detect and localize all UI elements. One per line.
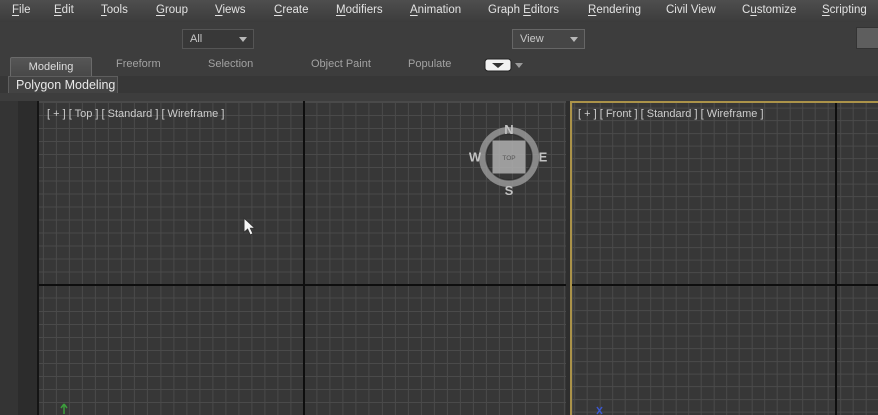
svg-text:W: W [469,150,482,165]
svg-text:TOP: TOP [502,155,515,162]
svg-text:N: N [504,122,513,137]
svg-text:E: E [539,150,548,165]
svg-text:S: S [505,183,514,197]
